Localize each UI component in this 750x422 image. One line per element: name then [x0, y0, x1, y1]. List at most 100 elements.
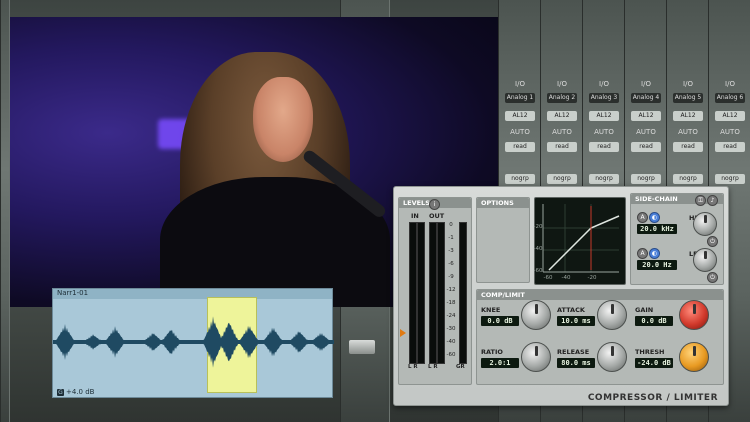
strip-group-button[interactable]: nogrp	[589, 174, 619, 184]
graph-y-tick: -40	[533, 246, 543, 252]
strip-automation-mode-button[interactable]: read	[589, 142, 619, 152]
release-value[interactable]: 80.0 ms	[557, 358, 595, 368]
strip-io-label: I/O	[599, 80, 609, 88]
attack-knob[interactable]	[597, 300, 627, 330]
strip-group-button[interactable]: nogrp	[673, 174, 703, 184]
strip-bus-button[interactable]: AL12	[673, 111, 703, 121]
lf-value[interactable]: 20.0 Hz	[637, 260, 677, 270]
compression-graph: -20 -40 -60 -60 -40 -20	[534, 197, 626, 285]
clip-gain[interactable]: G +4.0 dB	[57, 388, 94, 396]
strip-group-button[interactable]: nogrp	[505, 174, 535, 184]
graph-x-tick: -60	[543, 275, 553, 281]
strip-io-label: I/O	[683, 80, 693, 88]
clip-title-bar[interactable]	[53, 289, 332, 299]
strip-insert-button[interactable]: Analog 1	[505, 93, 535, 103]
level-scale-tick: -30	[446, 326, 456, 332]
hf-filter-icon[interactable]: A	[637, 212, 648, 223]
level-scale-tick: -12	[446, 287, 456, 293]
clip-gain-value: +4.0 dB	[66, 388, 95, 396]
strip-bus-button[interactable]: AL12	[589, 111, 619, 121]
strip-automation-mode-button[interactable]: read	[631, 142, 661, 152]
strip-automation-mode-button[interactable]: read	[547, 142, 577, 152]
strip-insert-button[interactable]: Analog 2	[547, 93, 577, 103]
levels-panel: LEVELS i IN OUT 0 -1 -3 -6 -9 -12 -18 -24 -30 -40…	[398, 197, 472, 385]
transfer-curve	[542, 204, 620, 273]
thresh-label: THRESH	[635, 348, 665, 356]
strip-insert-button[interactable]: Analog 5	[673, 93, 703, 103]
ratio-value[interactable]: 2.0:1	[481, 358, 519, 368]
strip-bus-button[interactable]: AL12	[715, 111, 745, 121]
audio-clip[interactable]: Narr1-01 G +4.0 dB	[52, 288, 334, 398]
threshold-marker-icon[interactable]	[400, 329, 406, 337]
sidechain-listen-icon[interactable]: ♪	[707, 195, 718, 206]
strip-group-button[interactable]: nogrp	[631, 174, 661, 184]
thresh-knob[interactable]	[679, 342, 709, 372]
options-title: OPTIONS	[477, 198, 529, 208]
plugin-name: COMPRESSOR / LIMITER	[587, 393, 718, 403]
level-scale-tick: -24	[446, 313, 456, 319]
ratio-knob[interactable]	[521, 342, 551, 372]
level-scale-tick: -18	[446, 300, 456, 306]
strip-group-button[interactable]: nogrp	[715, 174, 745, 184]
release-label: RELEASE	[557, 348, 590, 356]
hf-knob[interactable]	[693, 212, 717, 236]
level-scale-tick: -6	[448, 261, 454, 267]
strip-automation-mode-button[interactable]: read	[673, 142, 703, 152]
gain-label: GAIN	[635, 306, 654, 314]
knee-knob[interactable]	[521, 300, 551, 330]
lf-enable-icon[interactable]: ◐	[649, 248, 660, 259]
strip-bus-button[interactable]: AL12	[631, 111, 661, 121]
input-meter-right	[417, 222, 425, 364]
strip-automation-mode-button[interactable]: read	[715, 142, 745, 152]
hf-bypass-icon[interactable]: ⏻	[707, 236, 718, 247]
strip-auto-label: AUTO	[636, 128, 656, 136]
strip-insert-button[interactable]: Analog 3	[589, 93, 619, 103]
strip-insert-button[interactable]: Analog 6	[715, 93, 745, 103]
strip-insert-button[interactable]: Analog 4	[631, 93, 661, 103]
output-meter-left	[429, 222, 437, 364]
gain-value[interactable]: 0.0 dB	[635, 316, 673, 326]
attack-label: ATTACK	[557, 306, 585, 314]
singer-face	[253, 77, 313, 162]
level-scale-tick: -1	[448, 235, 454, 241]
gain-reduction-meter	[459, 222, 467, 364]
lf-knob[interactable]	[693, 248, 717, 272]
levels-options-icon[interactable]: i	[429, 199, 440, 210]
fader-cap[interactable]	[349, 340, 375, 354]
level-scale-tick: -40	[446, 339, 456, 345]
strip-auto-label: AUTO	[510, 128, 530, 136]
level-scale-tick: -60	[446, 352, 456, 358]
strip-group-button[interactable]: nogrp	[547, 174, 577, 184]
graph-y-tick: -60	[533, 268, 543, 274]
sidechain-panel: SIDE-CHAIN ⚿ ♪ A ◐ HF 20.0 kHz ⏻ A ◐ LF …	[630, 193, 724, 285]
strip-auto-label: AUTO	[594, 128, 614, 136]
lf-bypass-icon[interactable]: ⏻	[707, 272, 718, 283]
graph-x-tick: -20	[587, 275, 597, 281]
ratio-label: RATIO	[481, 348, 503, 356]
level-scale-tick: -9	[448, 274, 454, 280]
strip-bus-button[interactable]: AL12	[547, 111, 577, 121]
gain-knob[interactable]	[679, 300, 709, 330]
hf-value[interactable]: 20.0 kHz	[637, 224, 677, 234]
input-meter-left	[409, 222, 417, 364]
clip-gain-icon: G	[57, 389, 64, 396]
strip-io-label: I/O	[515, 80, 525, 88]
in-label: IN	[411, 212, 419, 220]
graph-y-tick: -20	[533, 224, 543, 230]
hf-enable-icon[interactable]: ◐	[649, 212, 660, 223]
gr-label: GR	[456, 364, 465, 370]
out-label: OUT	[429, 212, 445, 220]
attack-value[interactable]: 10.0 ms	[557, 316, 595, 326]
strip-automation-mode-button[interactable]: read	[505, 142, 535, 152]
knee-value[interactable]: 0.0 dB	[481, 316, 519, 326]
lf-filter-icon[interactable]: A	[637, 248, 648, 259]
strip-bus-button[interactable]: AL12	[505, 111, 535, 121]
thresh-value[interactable]: -24.0 dB	[635, 358, 673, 368]
strip-auto-label: AUTO	[552, 128, 572, 136]
options-panel: OPTIONS	[476, 197, 530, 283]
clip-name: Narr1-01	[57, 289, 89, 297]
strip-io-label: I/O	[641, 80, 651, 88]
release-knob[interactable]	[597, 342, 627, 372]
level-scale-tick: -3	[448, 248, 454, 254]
sidechain-key-icon[interactable]: ⚿	[695, 195, 706, 206]
